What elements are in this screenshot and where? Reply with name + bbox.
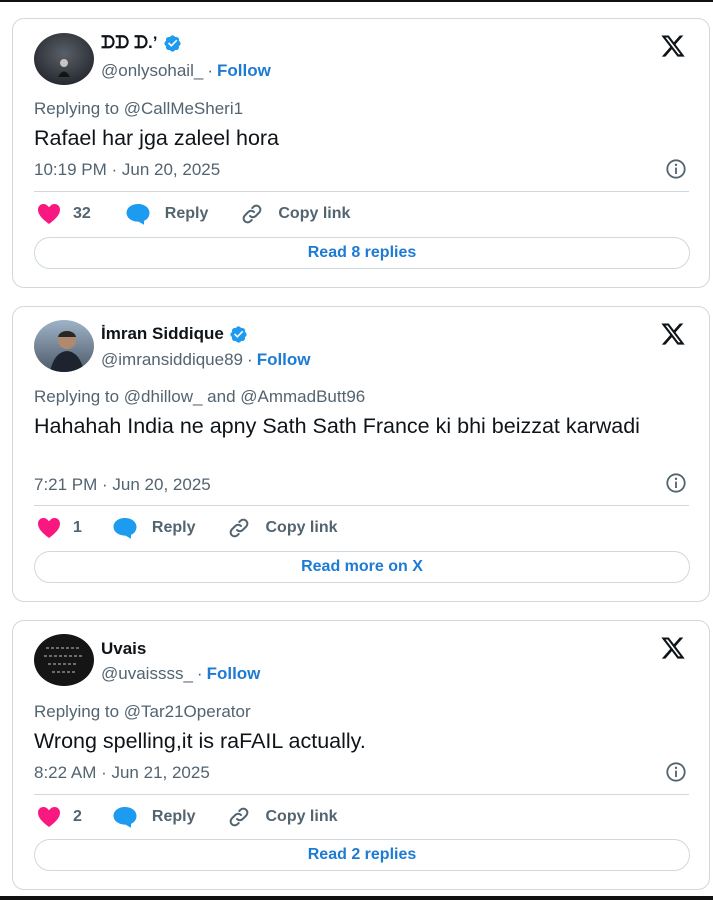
- like-count: 32: [73, 205, 91, 222]
- handle[interactable]: @uvaissss_: [101, 664, 193, 683]
- replying-to: Replying to @dhillow_ and @AmmadButt96: [34, 387, 366, 406]
- x-logo-icon[interactable]: [659, 321, 687, 347]
- follow-button[interactable]: Follow: [257, 350, 311, 369]
- verified-badge-icon: [163, 34, 181, 52]
- info-icon[interactable]: [665, 472, 687, 494]
- separator-dot: ·: [196, 664, 203, 683]
- reply-button[interactable]: Reply: [125, 203, 241, 225]
- heart-icon: [38, 518, 60, 538]
- like-count: 2: [73, 808, 82, 825]
- reply-label: Reply: [151, 519, 196, 536]
- divider: [34, 191, 689, 192]
- heart-icon: [38, 807, 60, 827]
- link-icon: [230, 807, 249, 827]
- follow-button[interactable]: Follow: [217, 61, 271, 80]
- reply-bubble-icon: [113, 518, 137, 539]
- separator-dot: ·: [247, 350, 253, 369]
- action-bar: 1 Reply Copy link: [37, 516, 338, 540]
- copy-link-label: Copy link: [278, 205, 351, 222]
- tweet-card[interactable]: ᗪᗪ ᗪ.’ @onlysohail_ · Follow Replying to @…: [12, 18, 710, 288]
- reply-label: Reply: [164, 205, 209, 222]
- tweet-text: Rafael har jga zaleel hora: [34, 126, 280, 150]
- info-icon[interactable]: [665, 761, 687, 783]
- timestamp[interactable]: 7:21 PM · Jun 20, 2025: [34, 475, 211, 495]
- follow-button[interactable]: Follow: [207, 664, 261, 683]
- link-icon: [243, 204, 262, 224]
- verified-badge-icon: [230, 325, 247, 343]
- reply-button[interactable]: Reply: [112, 517, 228, 539]
- avatar[interactable]: [34, 320, 94, 372]
- top-border: [0, 0, 713, 2]
- x-logo-icon[interactable]: [659, 33, 687, 59]
- copy-link-button[interactable]: Copy link: [240, 202, 350, 226]
- divider: [34, 505, 689, 506]
- like-button[interactable]: 32: [37, 203, 125, 225]
- like-count: 1: [73, 519, 82, 536]
- handle[interactable]: @imransiddique89: [101, 350, 243, 369]
- divider: [34, 794, 689, 795]
- avatar[interactable]: [34, 33, 94, 85]
- tweet-text: Hahahah India ne apny Sath Sath France k…: [34, 414, 640, 438]
- handle-row: @onlysohail_ · Follow: [101, 61, 271, 81]
- read-more-button[interactable]: Read more on X: [34, 551, 690, 583]
- tweet-text: Wrong spelling,it is raFAIL actually.: [34, 729, 366, 753]
- link-icon: [230, 518, 249, 538]
- copy-link-label: Copy link: [265, 519, 338, 536]
- avatar[interactable]: [34, 634, 94, 686]
- reply-bubble-icon: [126, 204, 150, 225]
- replying-to: Replying to @Tar21Operator: [34, 702, 251, 721]
- separator-dot: ·: [207, 61, 213, 80]
- display-name[interactable]: ᗪᗪ ᗪ.’: [101, 33, 158, 53]
- reply-label: Reply: [151, 808, 196, 825]
- reply-bubble-icon: [113, 807, 137, 828]
- copy-link-button[interactable]: Copy link: [227, 516, 338, 540]
- action-bar: 2 Reply Copy link: [37, 805, 338, 829]
- timestamp[interactable]: 8:22 AM · Jun 21, 2025: [34, 763, 210, 783]
- info-icon[interactable]: [665, 158, 687, 180]
- copy-link-button[interactable]: Copy link: [227, 805, 338, 829]
- timestamp[interactable]: 10:19 PM · Jun 20, 2025: [34, 160, 220, 180]
- bottom-border: [0, 896, 713, 900]
- read-replies-button[interactable]: Read 8 replies: [34, 237, 690, 269]
- read-replies-button[interactable]: Read 2 replies: [34, 839, 690, 871]
- handle-row: @imransiddique89 · Follow: [101, 350, 311, 370]
- reply-button[interactable]: Reply: [112, 806, 228, 828]
- display-name[interactable]: İmran Siddique: [101, 324, 224, 344]
- action-bar: 32 Reply Copy link: [37, 202, 350, 226]
- x-logo-icon[interactable]: [659, 635, 687, 661]
- tweet-card[interactable]: Uvais @uvaissss_ · Follow Replying to @Tar…: [12, 620, 710, 890]
- like-button[interactable]: 1: [37, 517, 112, 539]
- display-name[interactable]: Uvais: [101, 639, 146, 659]
- like-button[interactable]: 2: [37, 806, 112, 828]
- handle-row: @uvaissss_ · Follow: [101, 664, 260, 684]
- heart-icon: [38, 204, 60, 224]
- tweet-card[interactable]: İmran Siddique @imransiddique89 · Follow R…: [12, 306, 710, 602]
- copy-link-label: Copy link: [265, 808, 338, 825]
- replying-to: Replying to @CallMeSheri1: [34, 99, 244, 118]
- handle[interactable]: @onlysohail_: [101, 61, 203, 80]
